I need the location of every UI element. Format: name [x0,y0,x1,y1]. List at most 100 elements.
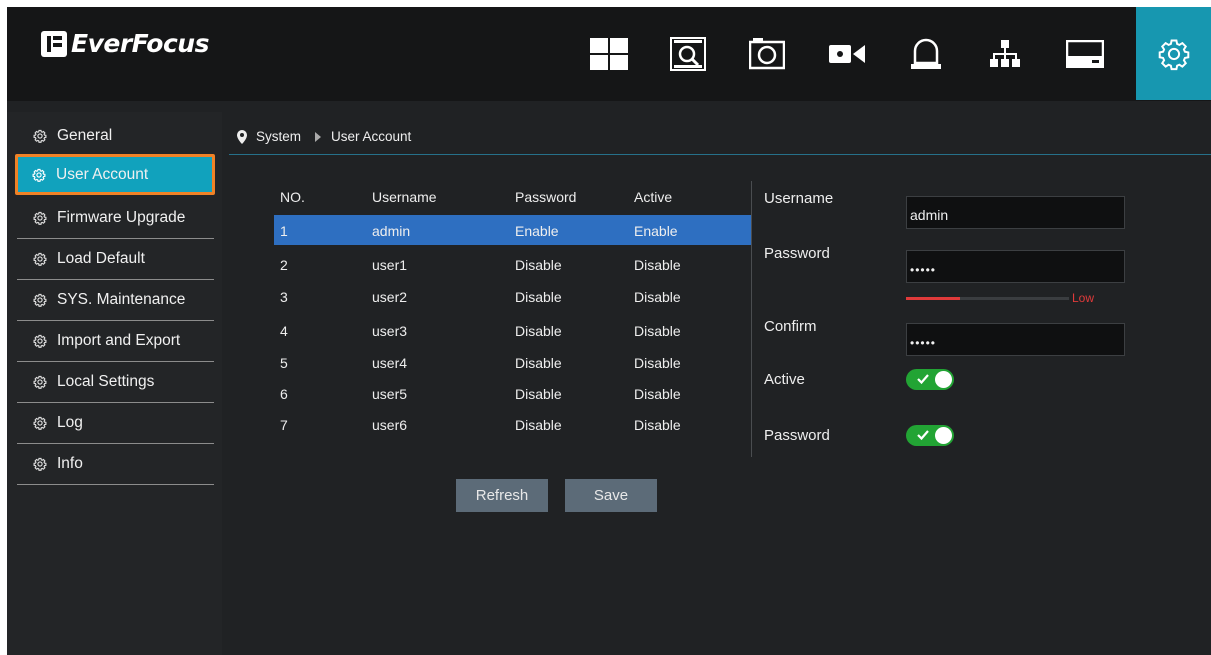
username-field[interactable] [906,196,1125,229]
gear-icon [33,334,47,348]
table-row[interactable]: 1 admin Enable Enable [274,215,751,245]
cell-active: Enable [634,223,678,239]
gear-icon [33,211,47,225]
cell-no: 2 [280,257,288,273]
sidebar-item-label: SYS. Maintenance [57,291,186,308]
cell-password: Disable [515,323,562,339]
sidebar-item-label: Info [57,455,83,472]
password-strength-fill [906,297,960,300]
cell-password: Disable [515,417,562,433]
cell-active: Disable [634,417,681,433]
cell-username: user2 [372,289,408,305]
cell-password: Enable [515,223,559,239]
gear-icon [33,457,47,471]
table-row[interactable]: 7 user6 Disable Disable [274,409,751,439]
table-row[interactable]: 2 user1 Disable Disable [274,249,751,279]
cell-no: 6 [280,386,288,402]
gear-icon [33,293,47,307]
cell-password: Disable [515,289,562,305]
active-label: Active [764,371,805,388]
top-navigation-bar: EverFocus [7,7,1211,101]
sidebar-item-label: Log [57,414,83,431]
sidebar-item-import-export[interactable]: Import and Export [17,321,214,362]
confirm-label: Confirm [764,318,817,335]
check-icon [917,430,929,441]
cell-active: Disable [634,355,681,371]
app-window: EverFocus General User Account Firmware … [7,7,1211,655]
cell-username: user1 [372,257,408,273]
cell-password: Disable [515,257,562,273]
cell-username: user4 [372,355,408,371]
cell-no: 3 [280,289,288,305]
table-row[interactable]: 4 user3 Disable Disable [274,315,751,345]
breadcrumb-arrow-icon [315,131,322,142]
gear-icon [33,129,47,143]
sidebar-item-load-default[interactable]: Load Default [17,239,214,280]
location-pin-icon [237,129,247,144]
gear-icon [32,168,46,182]
check-icon [917,374,929,385]
cell-active: Disable [634,323,681,339]
toggle-knob [935,371,952,388]
sidebar-item-firmware-upgrade[interactable]: Firmware Upgrade [17,198,214,239]
save-button[interactable]: Save [565,479,657,512]
snapshot-icon[interactable] [735,7,799,101]
breadcrumb-root[interactable]: System [256,129,301,144]
cell-username: user3 [372,323,408,339]
toggle-knob [935,427,952,444]
sidebar-item-sys-maintenance[interactable]: SYS. Maintenance [17,280,214,321]
gear-icon [33,416,47,430]
panel-divider [751,181,752,457]
refresh-button[interactable]: Refresh [456,479,548,512]
column-header-username: Username [372,189,437,205]
sidebar-item-local-settings[interactable]: Local Settings [17,362,214,403]
playback-search-icon[interactable] [656,7,720,101]
network-icon[interactable] [973,7,1037,101]
sidebar-item-label: User Account [56,165,149,183]
password-toggle-label: Password [764,427,830,444]
cell-active: Disable [634,289,681,305]
sidebar-item-info[interactable]: Info [17,444,214,485]
everfocus-logo: EverFocus [41,29,209,58]
sidebar-item-label: Firmware Upgrade [57,209,186,226]
sidebar-item-label: Local Settings [57,373,155,390]
password-toggle[interactable] [906,425,954,446]
password-label: Password [764,245,830,262]
column-header-no: NO. [280,189,305,205]
cell-password: Disable [515,355,562,371]
column-header-active: Active [634,189,673,205]
logo-mark-icon [41,30,67,57]
cell-active: Disable [634,257,681,273]
active-toggle[interactable] [906,369,954,390]
storage-icon[interactable] [1053,7,1117,101]
sidebar: General User Account Firmware Upgrade Lo… [7,112,222,655]
cell-active: Disable [634,386,681,402]
password-strength-bar [906,297,1069,300]
password-strength-label: Low [1072,291,1095,305]
table-row[interactable]: 6 user5 Disable Disable [274,378,751,408]
cell-no: 1 [280,223,288,239]
sidebar-item-user-account[interactable]: User Account [15,154,215,195]
column-header-password: Password [515,189,577,205]
sidebar-item-label: General [57,127,113,144]
table-row[interactable]: 3 user2 Disable Disable [274,281,751,311]
system-settings-icon[interactable] [1136,7,1211,100]
sidebar-item-label: Import and Export [57,332,181,349]
alarm-icon[interactable] [894,7,958,101]
breadcrumb: System User Account [229,119,1211,155]
cell-username: admin [372,223,411,239]
live-view-icon[interactable] [577,7,641,101]
sidebar-item-general[interactable]: General [17,116,214,157]
password-field[interactable] [906,250,1125,283]
logo-text: EverFocus [71,29,209,58]
confirm-password-field[interactable] [906,323,1125,356]
username-label: Username [764,190,834,207]
breadcrumb-current: User Account [331,129,412,144]
gear-icon [33,375,47,389]
cell-no: 7 [280,417,288,433]
cell-no: 4 [280,323,288,339]
sidebar-item-log[interactable]: Log [17,403,214,444]
gear-icon [33,252,47,266]
record-icon[interactable] [815,7,879,101]
table-row[interactable]: 5 user4 Disable Disable [274,347,751,377]
